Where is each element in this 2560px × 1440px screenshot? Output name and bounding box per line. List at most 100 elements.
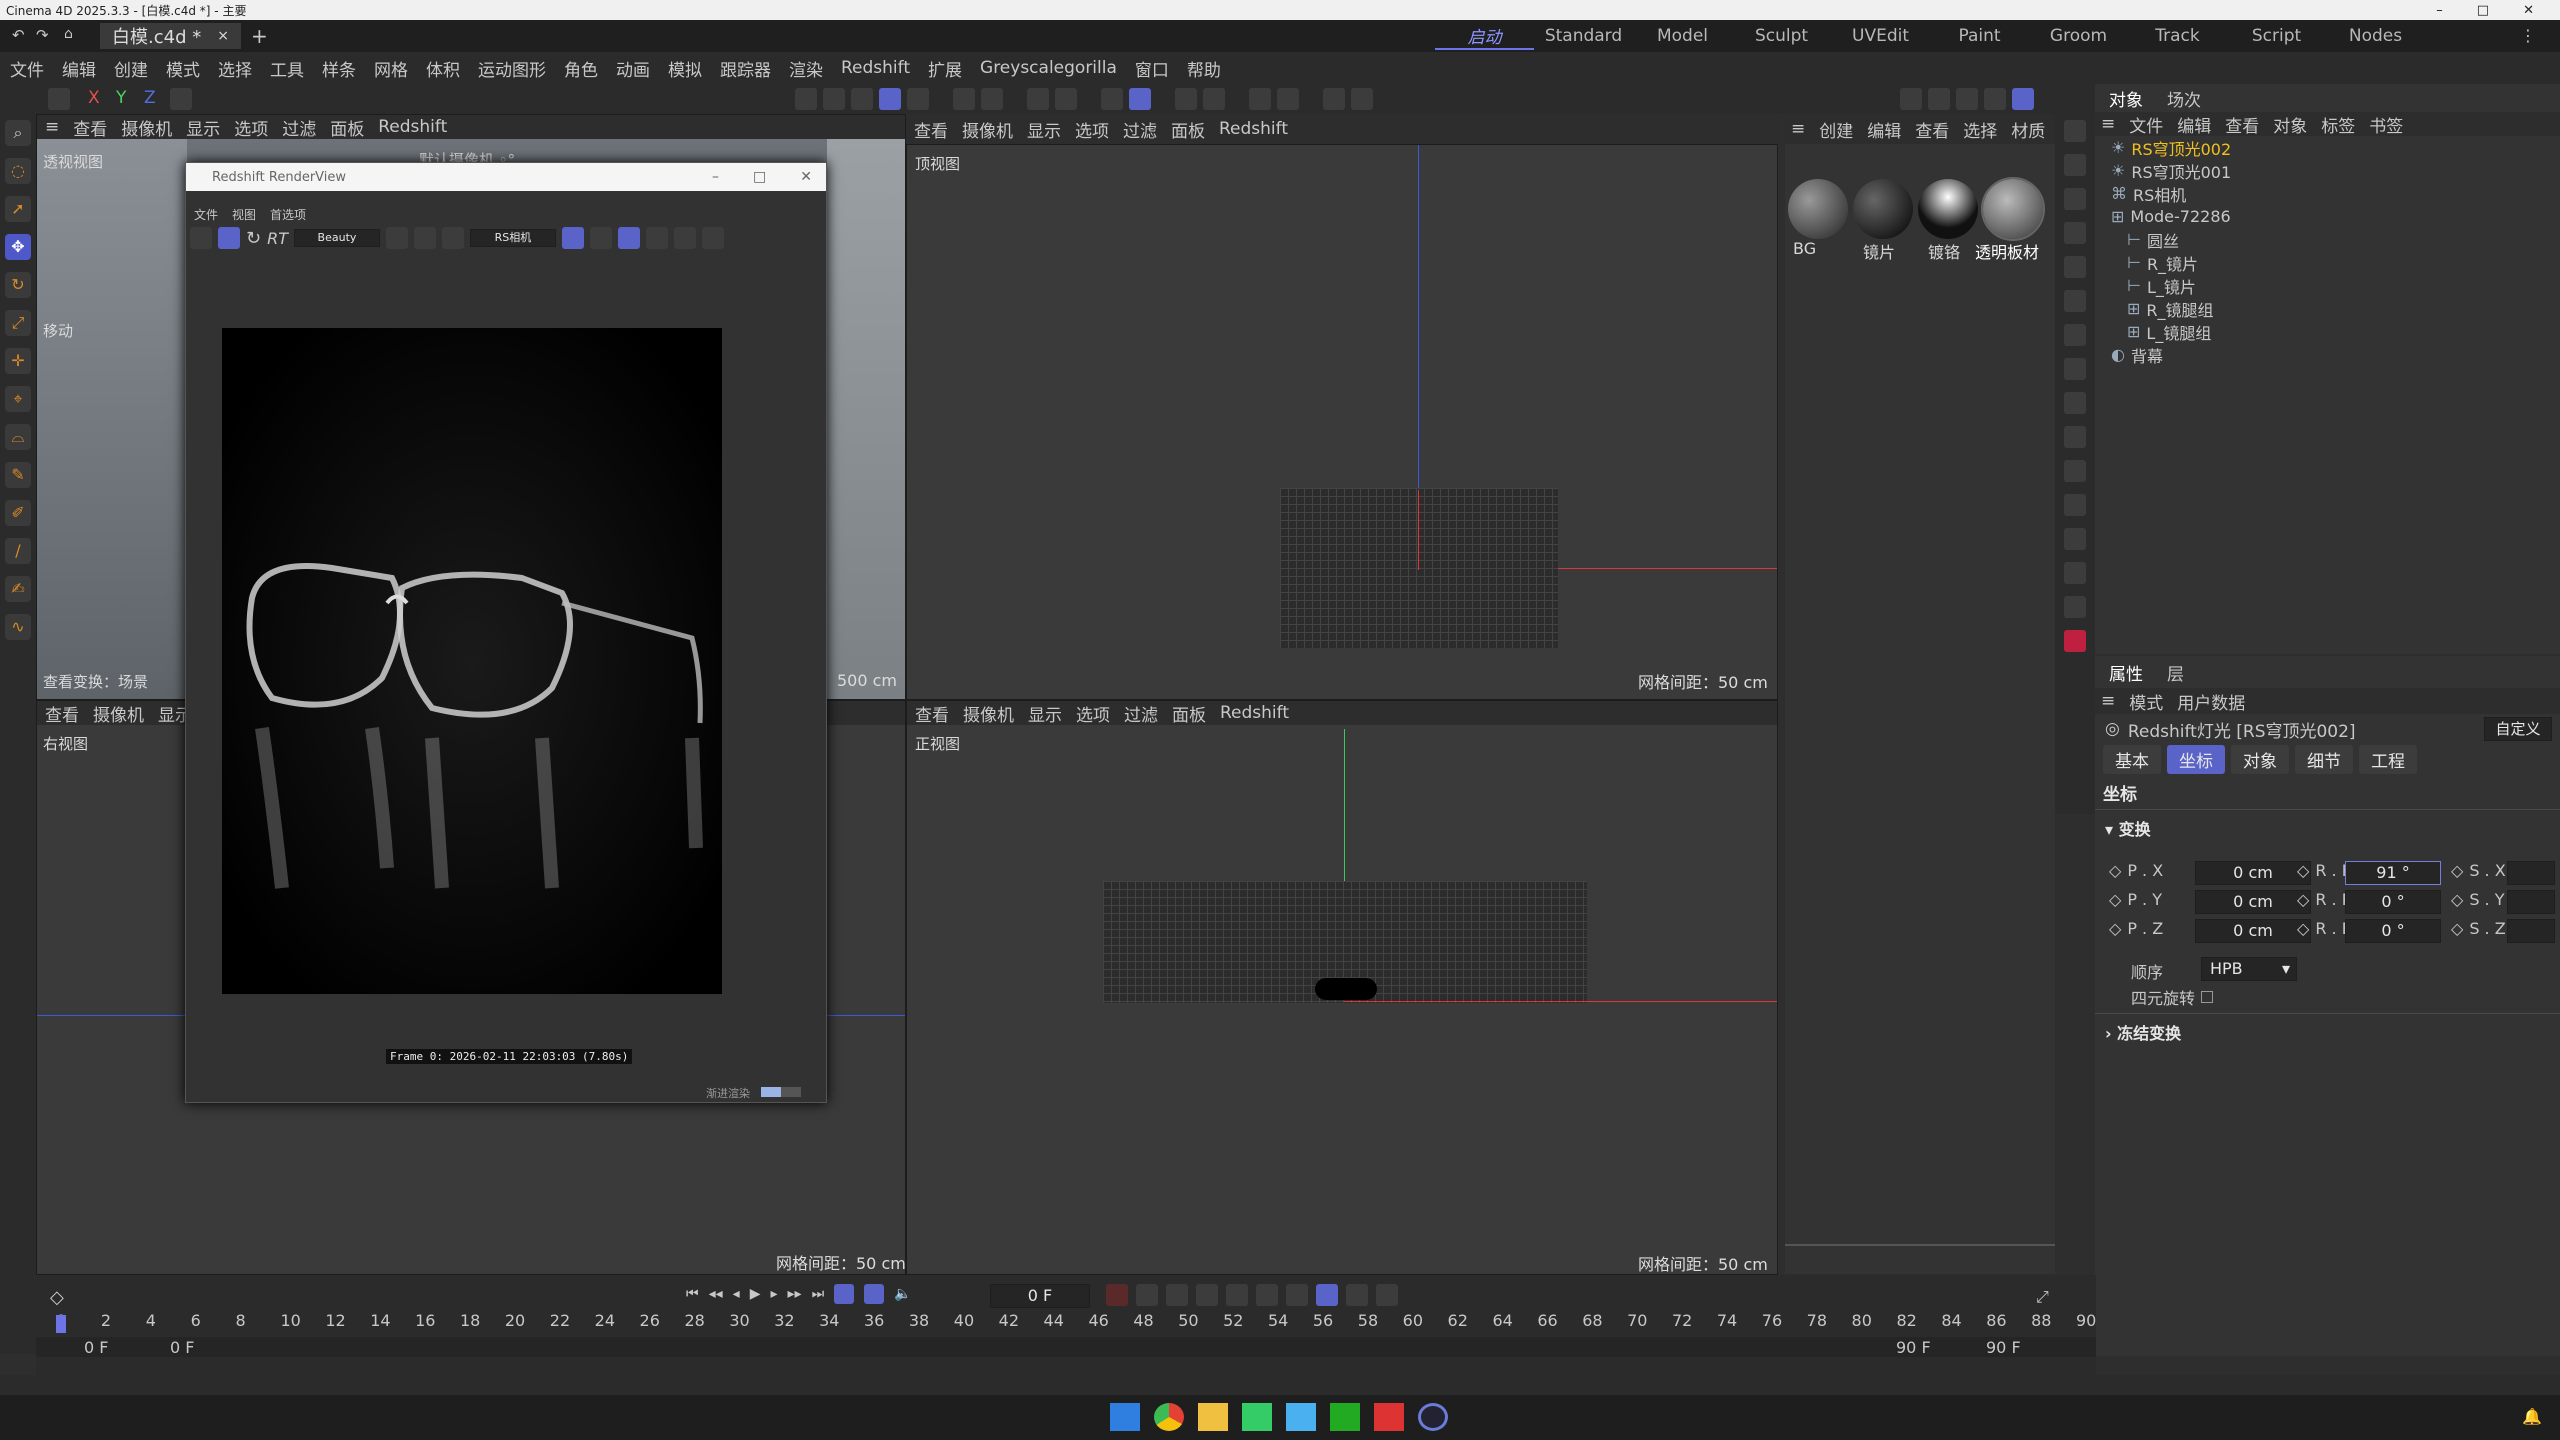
menu-item[interactable]: 选择 [218, 56, 252, 81]
mail-icon[interactable] [1286, 1403, 1316, 1431]
close-icon[interactable]: ✕ [2523, 3, 2534, 18]
object-row[interactable]: ⊞ L_镜腿组 [2095, 320, 2560, 343]
vp-menu-redshift[interactable]: Redshift [1219, 119, 1288, 139]
rb-field[interactable]: 0 ° [2345, 919, 2441, 943]
brush-icon[interactable]: / [5, 538, 31, 564]
px-field[interactable]: 0 cm [2195, 861, 2311, 885]
tweak-icon[interactable] [981, 88, 1003, 110]
gear-icon[interactable] [1277, 88, 1299, 110]
range-end[interactable]: 90 F [1986, 1338, 2021, 1357]
vp-menu-view[interactable]: 查看 [914, 117, 948, 142]
layout-tab[interactable]: 启动 [1435, 23, 1534, 50]
menu-icon[interactable]: ≡ [1791, 119, 1805, 139]
edges-mode-icon[interactable] [851, 88, 873, 110]
file-explorer-icon[interactable] [1198, 1403, 1228, 1431]
crop-icon[interactable] [441, 227, 464, 249]
menu-item[interactable]: 帮助 [1187, 56, 1221, 81]
axis-mode-icon[interactable] [953, 88, 975, 110]
vp-menu-view[interactable]: 查看 [45, 701, 79, 726]
workplane-settings-icon[interactable] [1203, 88, 1225, 110]
search-icon[interactable]: ⌕ [5, 120, 31, 146]
top-viewport[interactable]: 顶视图 网格间距：50 cm [906, 144, 1778, 700]
attribute-subtab[interactable]: 对象 [2231, 744, 2289, 774]
position-key-icon[interactable] [1196, 1284, 1218, 1306]
select-icon[interactable]: ➚ [5, 196, 31, 222]
menu-item[interactable]: 动画 [616, 56, 650, 81]
timeline-ruler[interactable]: 0246810121416182022242628303234363840424… [56, 1311, 2096, 1331]
quaternion-checkbox[interactable] [2201, 991, 2214, 1003]
undo-icon[interactable]: ↶ [12, 26, 25, 44]
object-row[interactable]: ◐ 背幕 [2095, 343, 2560, 366]
redshift-renderview-button[interactable] [2012, 88, 2034, 110]
pen-icon[interactable]: ✎ [5, 462, 31, 488]
axis-z-lock[interactable]: Z [144, 88, 156, 108]
mat-menu-material[interactable]: 材质 [2011, 117, 2045, 142]
save-icon[interactable] [48, 88, 70, 110]
spline-icon[interactable] [2064, 154, 2086, 176]
aov-select[interactable]: Beauty [293, 229, 380, 247]
scene-icon[interactable] [2064, 392, 2086, 414]
record-icon[interactable] [1106, 1284, 1128, 1306]
uv-mode-icon[interactable] [907, 88, 929, 110]
range-slider[interactable]: 0 F 0 F 90 F 90 F [36, 1337, 2096, 1357]
mat-menu-view[interactable]: 查看 [1915, 117, 1949, 142]
attribute-subtab[interactable]: 坐标 [2167, 744, 2225, 774]
menu-item[interactable]: 模式 [166, 56, 200, 81]
notification-icon[interactable]: 🔔 [2522, 1407, 2542, 1426]
layout-tab[interactable]: Groom [2029, 26, 2128, 46]
generator-icon[interactable] [2064, 222, 2086, 244]
om-menu-file[interactable]: 文件 [2129, 112, 2163, 137]
snowflake-settings-icon[interactable] [645, 227, 668, 249]
timeline-settings-icon[interactable] [1346, 1284, 1368, 1306]
menu-icon[interactable]: ≡ [45, 117, 59, 137]
motion-icon[interactable] [1376, 1284, 1398, 1306]
menu-item[interactable]: Redshift [841, 58, 910, 78]
red-app-icon[interactable] [1374, 1403, 1404, 1431]
material-scroll[interactable] [1785, 1244, 2055, 1246]
close-tab-icon[interactable]: × [217, 28, 229, 44]
param-key-icon[interactable] [1286, 1284, 1308, 1306]
cinema4d-icon[interactable] [1418, 1403, 1448, 1431]
fit-icon[interactable] [701, 227, 724, 249]
vp-menu-options[interactable]: 选项 [234, 115, 268, 140]
mat-menu-select[interactable]: 选择 [1963, 117, 1997, 142]
color-icon[interactable] [385, 227, 408, 249]
close-icon[interactable]: ✕ [800, 169, 812, 185]
vp-menu-redshift[interactable]: Redshift [378, 117, 447, 137]
menu-item[interactable]: 创建 [114, 56, 148, 81]
menu-item[interactable]: 渲染 [789, 56, 823, 81]
render-to-picture-viewer-button[interactable] [1956, 88, 1978, 110]
layout-tab[interactable]: Track [2128, 26, 2227, 46]
workplane-icon[interactable] [1129, 88, 1151, 110]
tab-attributes[interactable]: 属性 [2109, 660, 2143, 685]
menu-item[interactable]: 工具 [270, 56, 304, 81]
om-menu-object[interactable]: 对象 [2273, 112, 2307, 137]
py-field[interactable]: 0 cm [2195, 890, 2311, 914]
scale-key-icon[interactable] [1256, 1284, 1278, 1306]
sy-field[interactable] [2507, 890, 2555, 914]
circle-icon[interactable] [673, 227, 696, 249]
previous-key-icon[interactable]: ◂◂ [709, 1286, 723, 1302]
range-start[interactable]: 0 F [84, 1338, 108, 1357]
menu-item[interactable]: 文件 [10, 56, 44, 81]
vp-menu-options[interactable]: 选项 [1075, 117, 1109, 142]
axis-y-lock[interactable]: Y [116, 88, 126, 108]
attribute-subtab[interactable]: 细节 [2295, 744, 2353, 774]
redo-icon[interactable]: ↷ [36, 26, 49, 44]
layout-tab[interactable]: UVEdit [1831, 26, 1930, 46]
redshift-renderview-window[interactable]: Redshift RenderView – □ ✕ 文件 视图 首选项 ↻ RT B… [185, 162, 827, 1103]
vp-menu-camera[interactable]: 摄像机 [962, 117, 1013, 142]
previous-frame-icon[interactable]: ◂ [733, 1286, 740, 1302]
layout-tab[interactable]: Nodes [2326, 26, 2425, 46]
go-to-start-icon[interactable]: ⏮ [686, 1286, 699, 1302]
windows-start-icon[interactable] [1110, 1403, 1140, 1431]
spline-icon[interactable]: ∿ [5, 614, 31, 640]
menu-icon[interactable]: ≡ [2101, 691, 2115, 711]
tab-layers[interactable]: 层 [2167, 660, 2184, 685]
maximize-icon[interactable]: □ [2477, 3, 2489, 18]
play-icon[interactable]: ▶ [750, 1286, 761, 1302]
om-menu-bookmarks[interactable]: 书签 [2369, 112, 2403, 137]
next-key-icon[interactable]: ▸▸ [788, 1286, 802, 1302]
menu-item[interactable]: 角色 [564, 56, 598, 81]
tab-objects[interactable]: 对象 [2109, 86, 2143, 111]
